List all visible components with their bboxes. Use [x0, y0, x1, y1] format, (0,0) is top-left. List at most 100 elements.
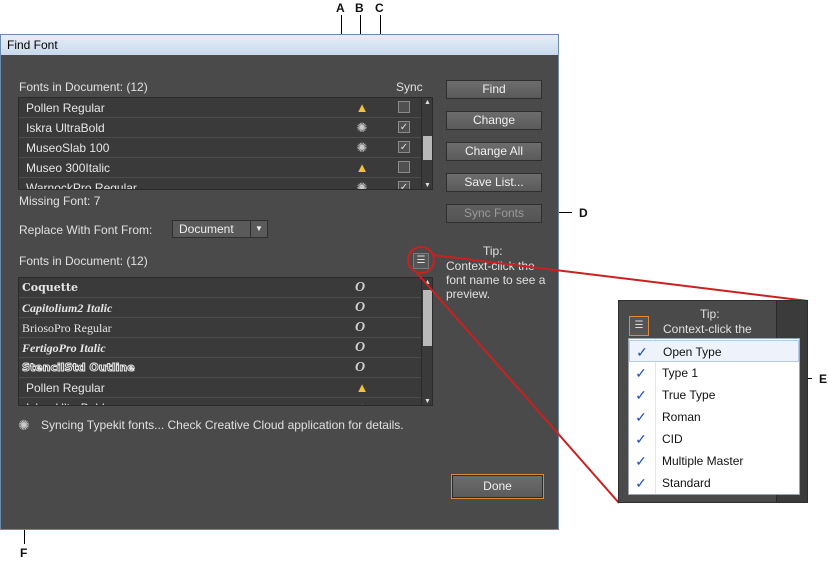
- replace-font-name: Pollen Regular: [26, 381, 105, 395]
- scroll-thumb[interactable]: [423, 136, 432, 160]
- zoom-tip-title: Tip:: [700, 307, 720, 321]
- opentype-icon: O: [354, 360, 366, 375]
- document-fonts-list[interactable]: Pollen Regular ▲ Iskra UltraBold ✺ ✓ Mus…: [18, 97, 433, 190]
- warning-icon: ▲: [354, 398, 370, 405]
- menu-item-label: Open Type: [663, 345, 722, 359]
- warning-icon: ▲: [355, 100, 369, 115]
- checkmark-icon: ✓: [635, 431, 647, 447]
- syncing-icon: ✺: [18, 417, 30, 433]
- scroll-down-arrow-icon[interactable]: ▼: [422, 181, 432, 189]
- callout-a: A: [336, 1, 345, 15]
- sync-checkbox[interactable]: ✓: [398, 141, 410, 153]
- fonts-in-document-label: Fonts in Document: (12): [19, 80, 148, 94]
- font-row[interactable]: Museo 300Italic ▲: [19, 158, 421, 178]
- scroll-up-arrow-icon[interactable]: ▲: [422, 98, 432, 108]
- replace-font-row[interactable]: FertigoPro Italic O: [19, 338, 421, 358]
- font-row-name: Iskra UltraBold: [26, 121, 105, 135]
- scroll-up-arrow-icon[interactable]: ▲: [422, 278, 432, 288]
- scroll-thumb[interactable]: [423, 290, 432, 346]
- opentype-icon: O: [354, 340, 366, 355]
- callout-f: F: [20, 546, 28, 560]
- sync-column-label: Sync: [396, 80, 423, 94]
- tip-title: Tip:: [483, 244, 503, 258]
- menu-item-standard[interactable]: ✓ Standard: [629, 472, 799, 494]
- opentype-icon: O: [354, 300, 366, 315]
- change-button[interactable]: Change: [446, 111, 542, 130]
- menu-item-open-type[interactable]: ✓ Open Type: [629, 340, 799, 362]
- replace-font-name: FertigoPro Italic: [22, 341, 106, 355]
- sync-checkbox[interactable]: ✓: [398, 181, 410, 189]
- menu-item-type-1[interactable]: ✓ Type 1: [629, 362, 799, 384]
- filter-list-icon[interactable]: ☰: [413, 253, 429, 269]
- checkmark-icon: ✓: [635, 365, 647, 381]
- menu-item-label: CID: [662, 432, 683, 446]
- checkmark-icon: ✓: [635, 409, 647, 425]
- menu-item-cid[interactable]: ✓ CID: [629, 428, 799, 450]
- tip-text: Context-click the font name to see a pre…: [446, 259, 546, 301]
- callout-c: C: [375, 1, 384, 15]
- font-row[interactable]: Iskra UltraBold ✺ ✓: [19, 118, 421, 138]
- font-row-name: Museo 300Italic: [26, 161, 111, 175]
- replace-font-row[interactable]: Iskra UltraBold ▲: [19, 398, 421, 405]
- find-font-dialog: Find Font Fonts in Document: (12) Sync P…: [0, 34, 559, 530]
- replace-font-name: Capitolium2 Italic: [22, 301, 113, 315]
- syncing-icon: ✺: [356, 140, 368, 155]
- syncing-icon: ✺: [356, 120, 368, 135]
- font-row-name: Pollen Regular: [26, 101, 105, 115]
- document-fonts-scrollbar[interactable]: ▲ ▼: [421, 98, 432, 189]
- replace-font-row[interactable]: StencilStd Outline O: [19, 358, 421, 378]
- menu-item-label: Type 1: [662, 366, 699, 380]
- font-type-filter-menu[interactable]: ✓ Open Type ✓ Type 1 ✓ True Type ✓ Roman…: [628, 338, 800, 495]
- replace-font-row[interactable]: Coquette O: [19, 278, 421, 298]
- replace-font-name: BriosoPro Regular: [22, 321, 112, 335]
- replace-font-name: Coquette: [22, 281, 78, 294]
- menu-item-label: Multiple Master: [662, 454, 744, 468]
- opentype-icon: O: [354, 280, 366, 295]
- warning-icon: ▲: [355, 380, 369, 395]
- replace-source-select[interactable]: Document ▼: [172, 220, 268, 238]
- opentype-icon: O: [354, 320, 366, 335]
- checkmark-icon: ✓: [635, 387, 647, 403]
- warning-icon: ▲: [355, 160, 369, 175]
- replace-font-row[interactable]: BriosoPro Regular O: [19, 318, 421, 338]
- menu-item-multiple-master[interactable]: ✓ Multiple Master: [629, 450, 799, 472]
- replace-font-name: StencilStd Outline: [22, 361, 136, 375]
- fonts-in-document-label-2: Fonts in Document: (12): [19, 254, 148, 268]
- sync-checkbox[interactable]: ✓: [398, 121, 410, 133]
- callout-d: D: [579, 206, 588, 220]
- scroll-down-arrow-icon[interactable]: ▼: [422, 397, 432, 405]
- menu-item-roman[interactable]: ✓ Roman: [629, 406, 799, 428]
- sync-checkbox[interactable]: [398, 161, 410, 173]
- filter-list-icon[interactable]: ☰: [629, 316, 649, 336]
- callout-e: E: [819, 372, 828, 386]
- replace-fonts-list[interactable]: Coquette O Capitolium2 Italic O BriosoPr…: [18, 277, 433, 406]
- replace-font-row[interactable]: Pollen Regular ▲: [19, 378, 421, 398]
- chevron-down-icon: ▼: [250, 221, 267, 237]
- menu-item-label: Standard: [662, 476, 711, 490]
- replace-with-label: Replace With Font From:: [19, 223, 153, 237]
- save-list-button[interactable]: Save List...: [446, 173, 542, 192]
- checkmark-icon: ✓: [636, 344, 648, 360]
- replace-fonts-scrollbar[interactable]: ▲ ▼: [421, 278, 432, 405]
- missing-font-label: Missing Font: 7: [19, 194, 101, 208]
- callout-b: B: [355, 1, 364, 15]
- zoom-tip-text: Context-click the: [663, 322, 752, 336]
- replace-font-row[interactable]: Capitolium2 Italic O: [19, 298, 421, 318]
- sync-fonts-button[interactable]: Sync Fonts: [446, 204, 542, 223]
- checkmark-icon: ✓: [635, 475, 647, 491]
- sync-checkbox[interactable]: [398, 101, 410, 113]
- done-button[interactable]: Done: [451, 474, 544, 499]
- dialog-titlebar[interactable]: Find Font: [1, 35, 558, 55]
- find-button[interactable]: Find: [446, 80, 542, 99]
- menu-item-label: Roman: [662, 410, 701, 424]
- font-row-name: MuseoSlab 100: [26, 141, 110, 155]
- change-all-button[interactable]: Change All: [446, 142, 542, 161]
- font-row[interactable]: Pollen Regular ▲: [19, 98, 421, 118]
- menu-item-label: True Type: [662, 388, 716, 402]
- sync-status-text: Syncing Typekit fonts... Check Creative …: [41, 418, 404, 432]
- replace-source-value: Document: [179, 222, 234, 236]
- font-row[interactable]: MuseoSlab 100 ✺ ✓: [19, 138, 421, 158]
- menu-item-true-type[interactable]: ✓ True Type: [629, 384, 799, 406]
- syncing-icon: ✺: [356, 180, 368, 190]
- font-row[interactable]: WarnockPro Regular ✺ ✓: [19, 178, 421, 190]
